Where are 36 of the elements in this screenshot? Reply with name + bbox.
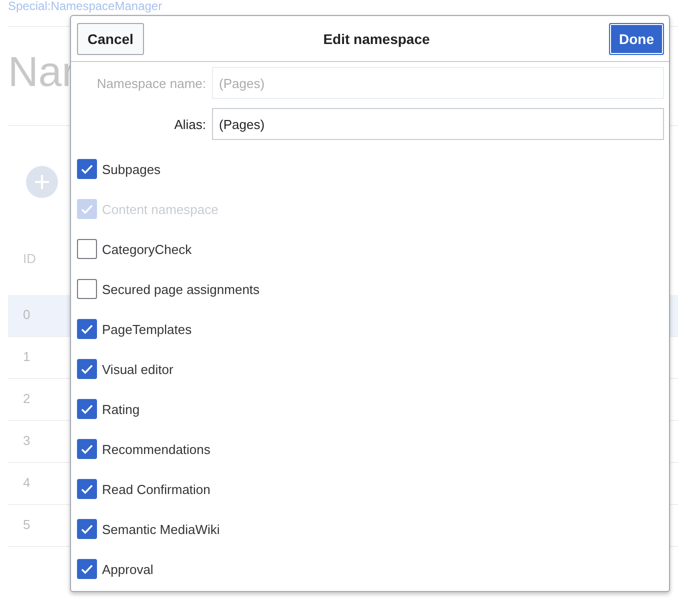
checkmark-icon	[80, 522, 94, 536]
checkbox[interactable]	[77, 479, 97, 499]
dialog-title: Edit namespace	[323, 30, 430, 46]
checkbox-label: PageTemplates	[102, 322, 192, 336]
checkbox[interactable]	[77, 279, 97, 299]
checkbox-label: Visual editor	[102, 362, 174, 376]
checkbox[interactable]	[77, 519, 97, 539]
checkbox[interactable]	[77, 239, 97, 259]
checkbox-label: Subpages	[102, 162, 161, 176]
cancel-button[interactable]: Cancel	[77, 22, 144, 54]
checkbox[interactable]	[77, 159, 97, 179]
checkmark-icon	[80, 202, 94, 216]
checkbox-label: Rating	[102, 402, 140, 416]
checkbox[interactable]	[77, 319, 97, 339]
checkmark-icon	[80, 322, 94, 336]
text-field[interactable]: (Pages)	[212, 108, 664, 140]
checkbox-label: Approval	[102, 562, 154, 576]
checkbox-label: Secured page assignments	[102, 282, 260, 296]
checkmark-icon	[80, 442, 94, 456]
checkmark-icon	[80, 362, 94, 376]
checkbox-label: Read Confirmation	[102, 482, 210, 496]
checkbox[interactable]	[77, 359, 97, 379]
checkbox-label: Recommendations	[102, 442, 210, 456]
done-button[interactable]: Done	[608, 22, 664, 54]
checkbox-label: Semantic MediaWiki	[102, 522, 220, 536]
checkmark-icon	[80, 402, 94, 416]
checkbox[interactable]	[77, 439, 97, 459]
checkbox[interactable]	[77, 559, 97, 579]
field-label: Alias:	[173, 116, 206, 132]
plus-icon	[34, 174, 50, 190]
checkmark-icon	[80, 562, 94, 576]
checkmark-icon	[80, 162, 94, 176]
checkmark-icon	[80, 482, 94, 496]
checkbox-label: CategoryCheck	[102, 242, 192, 256]
field-label: Namespace name:	[96, 76, 206, 90]
checkbox[interactable]	[77, 399, 97, 419]
